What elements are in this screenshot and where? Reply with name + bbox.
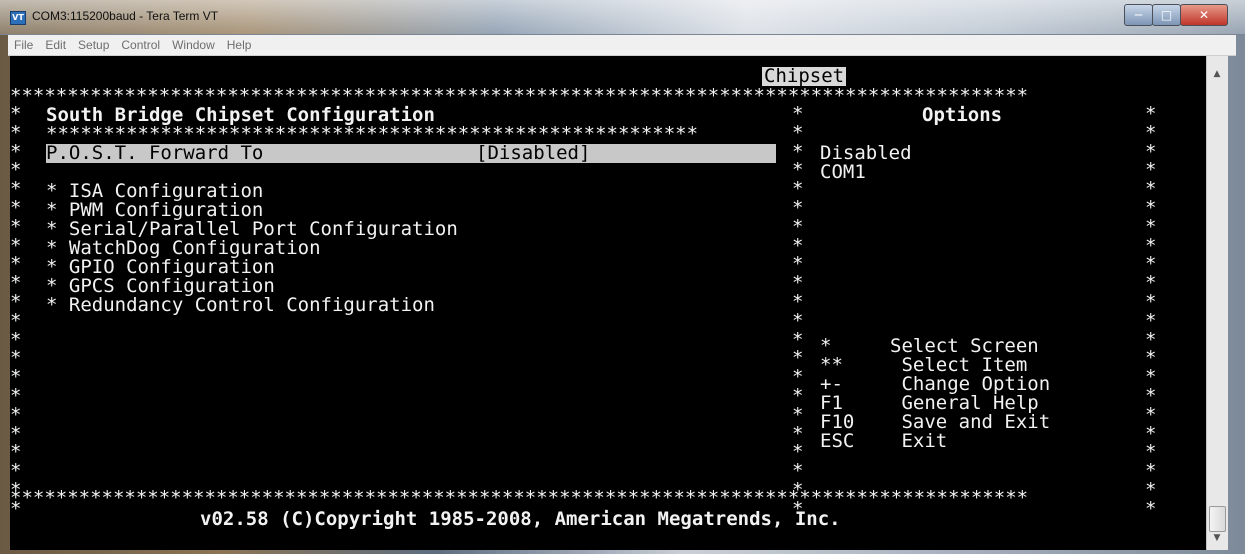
scroll-thumb[interactable] xyxy=(1209,506,1226,532)
menu-file[interactable]: File xyxy=(14,38,33,52)
menu-item-isa[interactable]: * ISA Configuration xyxy=(46,182,263,201)
left-border: * * * * * * * * * * * * * * * * * * * * … xyxy=(10,103,22,520)
window-title: COM3:115200baud - Tera Term VT xyxy=(32,9,219,23)
maximize-button[interactable]: □ xyxy=(1152,4,1181,26)
menu-item-redundancy[interactable]: * Redundancy Control Configuration xyxy=(46,296,435,315)
menu-item-gpcs[interactable]: * GPCS Configuration xyxy=(46,277,275,296)
close-icon: ✕ xyxy=(1198,8,1210,22)
help-desc: Change Option xyxy=(890,373,1051,395)
option-disabled[interactable]: Disabled xyxy=(820,144,912,163)
chevron-up-icon: ▲ xyxy=(1213,69,1221,79)
scroll-up-button[interactable]: ▲ xyxy=(1209,66,1225,82)
help-key: ** xyxy=(820,354,843,376)
bios-tab-chipset[interactable]: Chipset xyxy=(762,67,847,86)
help-desc: Save and Exit xyxy=(890,411,1051,433)
maximize-icon: □ xyxy=(1160,8,1173,22)
post-forward-setting[interactable]: P.O.S.T. Forward To [Disabled] xyxy=(46,144,776,163)
scroll-down-button[interactable]: ▼ xyxy=(1209,530,1225,546)
help-desc: Exit xyxy=(890,430,948,452)
minimize-icon: ─ xyxy=(1134,8,1143,22)
help-key: F10 xyxy=(820,411,855,433)
help-desc: Select Screen xyxy=(890,335,1039,357)
post-forward-label: P.O.S.T. Forward To xyxy=(46,142,264,164)
bios-copyright: v02.58 (C)Copyright 1985-2008, American … xyxy=(200,508,841,530)
menu-control[interactable]: Control xyxy=(121,38,160,52)
right-border: * * * * * * * * * * * * * * * * * * * * … xyxy=(1145,103,1157,520)
vertical-scrollbar[interactable]: ▲ ▼ xyxy=(1206,56,1228,550)
title-bar[interactable]: VT COM3:115200baud - Tera Term VT ─ □ ✕ xyxy=(0,0,1245,35)
help-key: ESC xyxy=(820,430,855,452)
close-button[interactable]: ✕ xyxy=(1180,4,1228,26)
menu-edit[interactable]: Edit xyxy=(45,38,66,52)
teraterm-window: VT COM3:115200baud - Tera Term VT ─ □ ✕ … xyxy=(0,0,1245,554)
menu-item-watchdog[interactable]: * WatchDog Configuration xyxy=(46,239,321,258)
help-key: F1 xyxy=(820,392,843,414)
menu-item-pwm[interactable]: * PWM Configuration xyxy=(46,201,263,220)
help-key: * xyxy=(820,335,832,357)
menu-item-gpio[interactable]: * GPIO Configuration xyxy=(46,258,275,277)
help-desc: General Help xyxy=(890,392,1039,414)
post-forward-value: [Disabled] xyxy=(476,142,591,164)
section-title: South Bridge Chipset Configuration xyxy=(46,104,435,126)
help-key: +- xyxy=(820,373,843,395)
menu-item-serial-parallel[interactable]: * Serial/Parallel Port Configuration xyxy=(46,220,458,239)
terminal-screen[interactable]: Chipset ********************************… xyxy=(10,56,1206,550)
minimize-button[interactable]: ─ xyxy=(1124,4,1153,26)
section-sub-border: ****************************************… xyxy=(46,123,699,145)
chevron-down-icon: ▼ xyxy=(1213,533,1221,543)
option-com1[interactable]: COM1 xyxy=(820,163,866,182)
menu-help[interactable]: Help xyxy=(227,38,252,52)
menu-bar: File Edit Setup Control Window Help xyxy=(8,35,1236,56)
teraterm-app-icon[interactable]: VT xyxy=(10,11,26,25)
menu-window[interactable]: Window xyxy=(172,38,215,52)
options-title: Options xyxy=(922,104,1003,126)
menu-setup[interactable]: Setup xyxy=(78,38,109,52)
bottom-border: ****************************************… xyxy=(10,487,1029,509)
divider-border: * * * * * * * * * * * * * * * * * * * * … xyxy=(792,103,804,520)
help-desc: Select Item xyxy=(890,354,1028,376)
